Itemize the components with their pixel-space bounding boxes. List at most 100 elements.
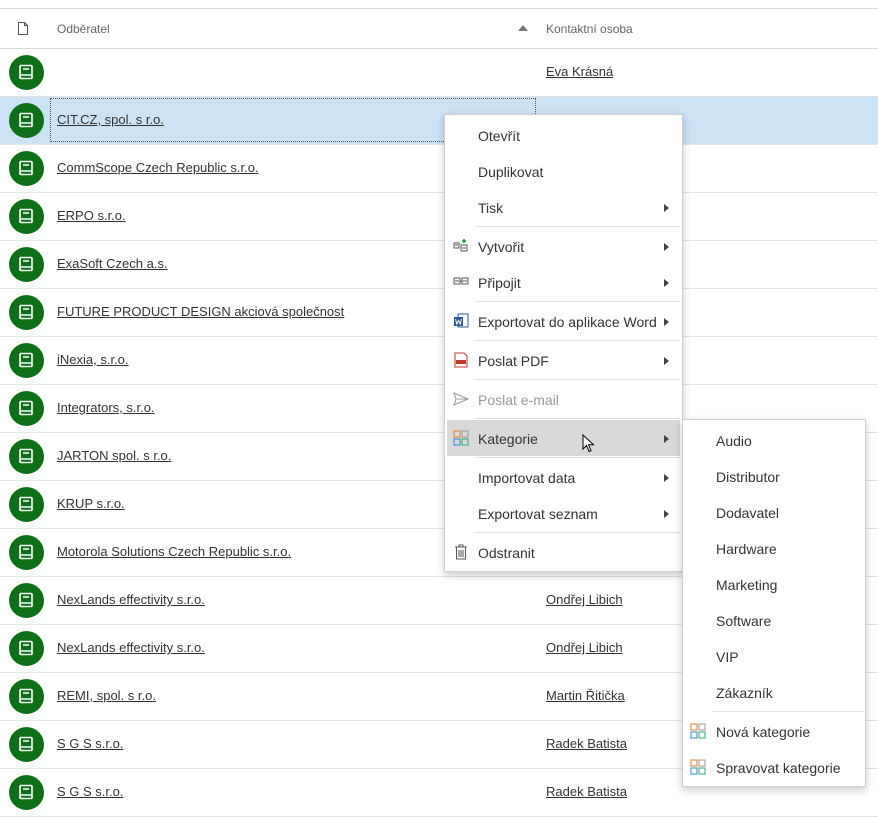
category-item-zakaznik[interactable]: Zákazník [685, 674, 863, 710]
avatar[interactable] [9, 775, 44, 810]
table-row[interactable]: Eva Krásná [0, 49, 878, 97]
book-icon [19, 304, 33, 320]
menu-item-export-list[interactable]: Exportovat seznam [447, 495, 680, 531]
customer-name-link[interactable]: FUTURE PRODUCT DESIGN akciová společnost [57, 304, 344, 319]
create-icon [453, 239, 468, 252]
contact-person-link[interactable]: Radek Batista [546, 784, 627, 799]
customer-name-link[interactable]: CIT.CZ, spol. s r.o. [57, 112, 164, 127]
menu-separator [475, 457, 680, 458]
avatar[interactable] [9, 439, 44, 474]
category-label: Audio [716, 433, 752, 449]
customer-name-link[interactable]: iNexia, s.r.o. [57, 352, 129, 367]
avatar[interactable] [9, 295, 44, 330]
contact-person-link[interactable]: Ondřej Libich [546, 640, 623, 655]
customer-name-link[interactable]: Integrators, s.r.o. [57, 400, 155, 415]
menu-item-send-pdf[interactable]: Poslat PDF [447, 342, 680, 378]
menu-item-label: Exportovat seznam [478, 506, 598, 522]
customer-name-link[interactable]: CommScope Czech Republic s.r.o. [57, 160, 259, 175]
menu-item-create[interactable]: Vytvořit [447, 228, 680, 264]
menu-item-label: Vytvořit [478, 239, 525, 255]
category-icon [690, 759, 706, 775]
table-row[interactable]: ExaSoft Czech a.s. [0, 241, 878, 289]
book-icon [19, 640, 33, 656]
chevron-right-icon [664, 510, 669, 518]
contact-person-link[interactable]: Radek Batista [546, 736, 627, 751]
book-icon [19, 208, 33, 224]
table-row[interactable]: FUTURE PRODUCT DESIGN akciová společnost [0, 289, 878, 337]
customer-name-link[interactable]: S G S s.r.o. [57, 736, 123, 751]
document-icon[interactable] [18, 22, 28, 35]
menu-item-open[interactable]: Otevřít [447, 117, 680, 153]
menu-item-delete[interactable]: Odstranit [447, 534, 680, 570]
avatar[interactable] [9, 247, 44, 282]
menu-item-category[interactable]: Kategorie [447, 420, 680, 456]
avatar[interactable] [9, 535, 44, 570]
contact-person-link[interactable]: Eva Krásná [546, 64, 613, 79]
avatar[interactable] [9, 631, 44, 666]
menu-separator [475, 418, 680, 419]
category-submenu: Audio Distributor Dodavatel Hardware Mar… [682, 419, 866, 787]
table-row[interactable]: iNexia, s.r.o. [0, 337, 878, 385]
menu-item-export-word[interactable]: Exportovat do aplikace Word [447, 303, 680, 339]
menu-separator [475, 532, 680, 533]
menu-separator [475, 340, 680, 341]
avatar[interactable] [9, 103, 44, 138]
customer-name-link[interactable]: KRUP s.r.o. [57, 496, 125, 511]
mouse-pointer-icon [582, 434, 595, 453]
category-item-distributor[interactable]: Distributor [685, 458, 863, 494]
customer-name-link[interactable]: Motorola Solutions Czech Republic s.r.o. [57, 544, 291, 559]
avatar[interactable] [9, 679, 44, 714]
customer-name-link[interactable]: ERPO s.r.o. [57, 208, 126, 223]
menu-item-label: Tisk [478, 200, 504, 216]
category-item-software[interactable]: Software [685, 602, 863, 638]
category-label: Nová kategorie [716, 724, 811, 740]
new-category-item[interactable]: Nová kategorie [685, 713, 863, 749]
contact-person-link[interactable]: Martin Řitička [546, 688, 625, 703]
customer-name-link[interactable]: REMI, spol. s r.o. [57, 688, 156, 703]
book-icon [19, 160, 33, 176]
category-label: Dodavatel [716, 505, 780, 521]
category-item-vip[interactable]: VIP [685, 638, 863, 674]
category-item-marketing[interactable]: Marketing [685, 566, 863, 602]
avatar[interactable] [9, 583, 44, 618]
menu-item-attach[interactable]: Připojit [447, 264, 680, 300]
category-item-audio[interactable]: Audio [685, 422, 863, 458]
avatar[interactable] [9, 343, 44, 378]
category-item-dodavatel[interactable]: Dodavatel [685, 494, 863, 530]
customer-name-link[interactable]: S G S s.r.o. [57, 784, 123, 799]
category-icon [690, 723, 706, 739]
category-item-hardware[interactable]: Hardware [685, 530, 863, 566]
menu-item-import-data[interactable]: Importovat data [447, 459, 680, 495]
table-row[interactable]: CommScope Czech Republic s.r.o. [0, 145, 878, 193]
book-icon [19, 256, 33, 272]
book-icon [19, 736, 33, 752]
avatar[interactable] [9, 391, 44, 426]
avatar[interactable] [9, 55, 44, 90]
customer-name-link[interactable]: NexLands effectivity s.r.o. [57, 592, 205, 607]
column-header-customer[interactable]: Odběratel [57, 22, 110, 36]
menu-separator [475, 301, 680, 302]
customer-name-link[interactable]: NexLands effectivity s.r.o. [57, 640, 205, 655]
avatar[interactable] [9, 487, 44, 522]
sort-ascending-icon[interactable] [518, 25, 528, 31]
customer-name-link[interactable]: JARTON spol. s r.o. [57, 448, 171, 463]
book-icon [19, 784, 33, 800]
menu-item-print[interactable]: Tisk [447, 189, 680, 225]
customer-name-link[interactable]: ExaSoft Czech a.s. [57, 256, 168, 271]
menu-item-duplicate[interactable]: Duplikovat [447, 153, 680, 189]
table-row-selected[interactable]: CIT.CZ, spol. s r.o. [0, 97, 878, 145]
manage-categories-item[interactable]: Spravovat kategorie [685, 749, 863, 785]
grid-header: Odběratel Kontaktní osoba [0, 9, 878, 49]
avatar[interactable] [9, 727, 44, 762]
menu-item-label: Kategorie [478, 431, 538, 447]
book-icon [19, 544, 33, 560]
avatar[interactable] [9, 151, 44, 186]
send-icon [453, 392, 469, 406]
avatar[interactable] [9, 199, 44, 234]
category-icon [453, 430, 469, 446]
menu-item-send-email: Poslat e-mail [447, 381, 680, 417]
table-row[interactable]: ERPO s.r.o. [0, 193, 878, 241]
column-header-contact[interactable]: Kontaktní osoba [546, 22, 633, 36]
book-icon [19, 400, 33, 416]
contact-person-link[interactable]: Ondřej Libich [546, 592, 623, 607]
